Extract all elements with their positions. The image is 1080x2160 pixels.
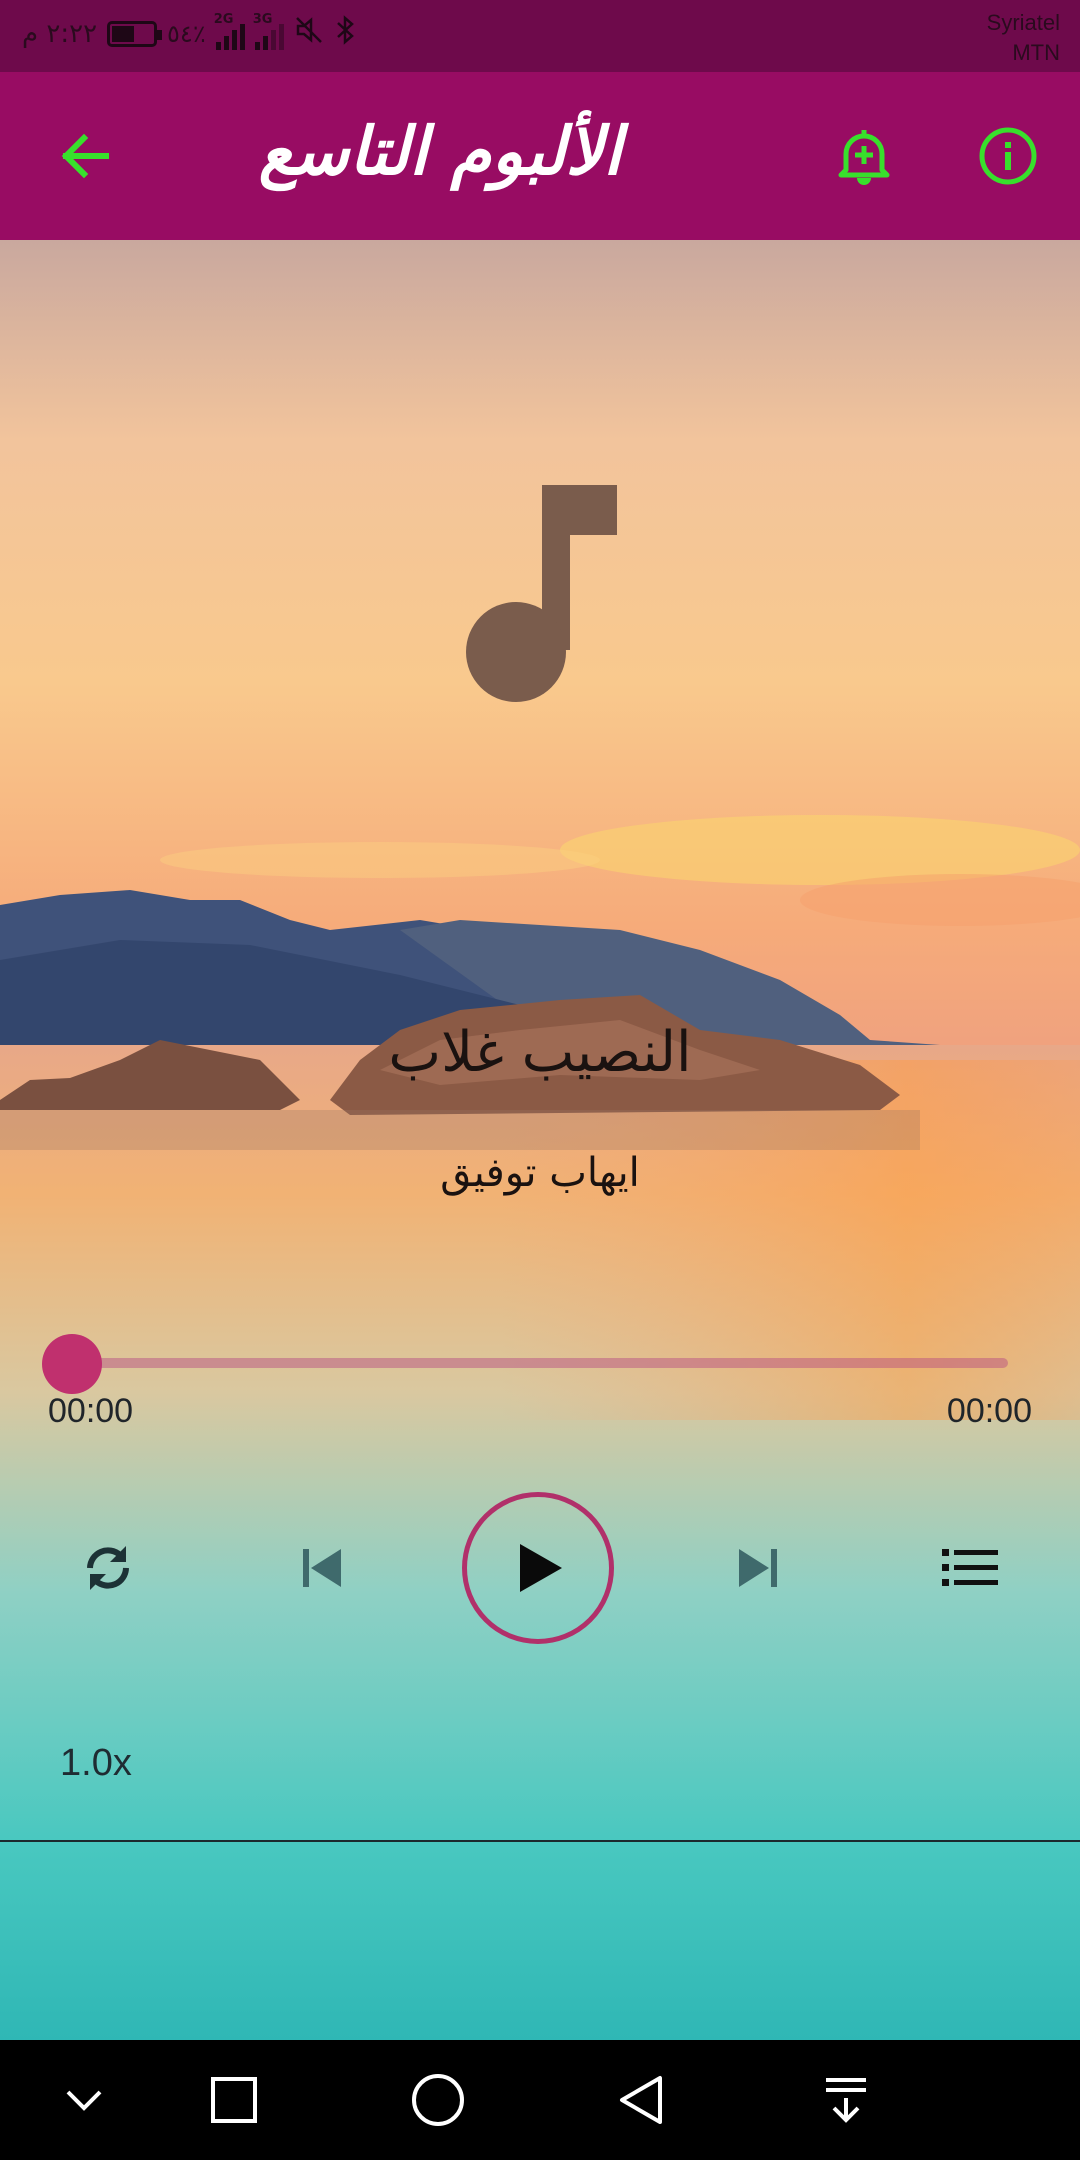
song-title: النصيب غلاب <box>388 1020 692 1085</box>
current-time: 00:00 <box>48 1392 134 1430</box>
bell-plus-icon[interactable] <box>828 120 900 192</box>
network-type-2: 3G <box>252 11 273 27</box>
next-icon[interactable] <box>718 1528 798 1608</box>
repeat-icon[interactable] <box>68 1528 148 1608</box>
network-type-1: 2G <box>213 11 234 27</box>
battery-icon <box>107 20 163 47</box>
square-recents-icon[interactable] <box>204 2070 264 2130</box>
music-note-icon <box>460 480 620 710</box>
total-time: 00:00 <box>946 1392 1032 1430</box>
triangle-back-icon[interactable] <box>612 2070 672 2130</box>
signal-2g-icon: 2G <box>214 12 245 50</box>
chevron-down-icon[interactable] <box>54 2070 114 2130</box>
mute-icon <box>294 15 324 52</box>
playlist-icon[interactable] <box>930 1528 1010 1608</box>
status-bar: ٢:٢٢ م ٥٤٪ 2G 3G Syriatel MTN <box>0 0 1080 72</box>
battery-percent: ٥٤٪ <box>167 19 206 48</box>
signal-3g-icon: 3G <box>253 12 284 50</box>
page-title: الألبوم التاسع <box>258 112 622 190</box>
seek-bar-thumb[interactable] <box>42 1334 102 1394</box>
circle-home-icon[interactable] <box>408 2070 468 2130</box>
app-bar: الألبوم التاسع <box>0 72 1080 240</box>
info-circle-icon[interactable] <box>972 120 1044 192</box>
system-navigation-bar <box>0 2040 1080 2160</box>
music-player-screen: ٢:٢٢ م ٥٤٪ 2G 3G Syriatel MTN الألبوم ال… <box>0 0 1080 2160</box>
seek-bar-track[interactable] <box>70 1358 1008 1368</box>
playback-speed[interactable]: 1.0x <box>60 1742 132 1785</box>
previous-icon[interactable] <box>282 1528 362 1608</box>
carrier-names: Syriatel MTN <box>987 8 1060 68</box>
carrier-2: MTN <box>1012 40 1060 65</box>
status-time: ٢:٢٢ م <box>22 18 98 49</box>
bluetooth-icon <box>334 14 358 53</box>
play-icon <box>520 1544 562 1592</box>
download-notification-icon[interactable] <box>816 2070 876 2130</box>
status-left-group: ٢:٢٢ م ٥٤٪ 2G 3G <box>22 12 358 53</box>
divider <box>0 1840 1080 1842</box>
song-artist: ايهاب توفيق <box>440 1150 640 1196</box>
carrier-1: Syriatel <box>986 10 1060 35</box>
arrow-left-icon[interactable] <box>50 120 122 192</box>
play-button[interactable] <box>462 1492 614 1644</box>
